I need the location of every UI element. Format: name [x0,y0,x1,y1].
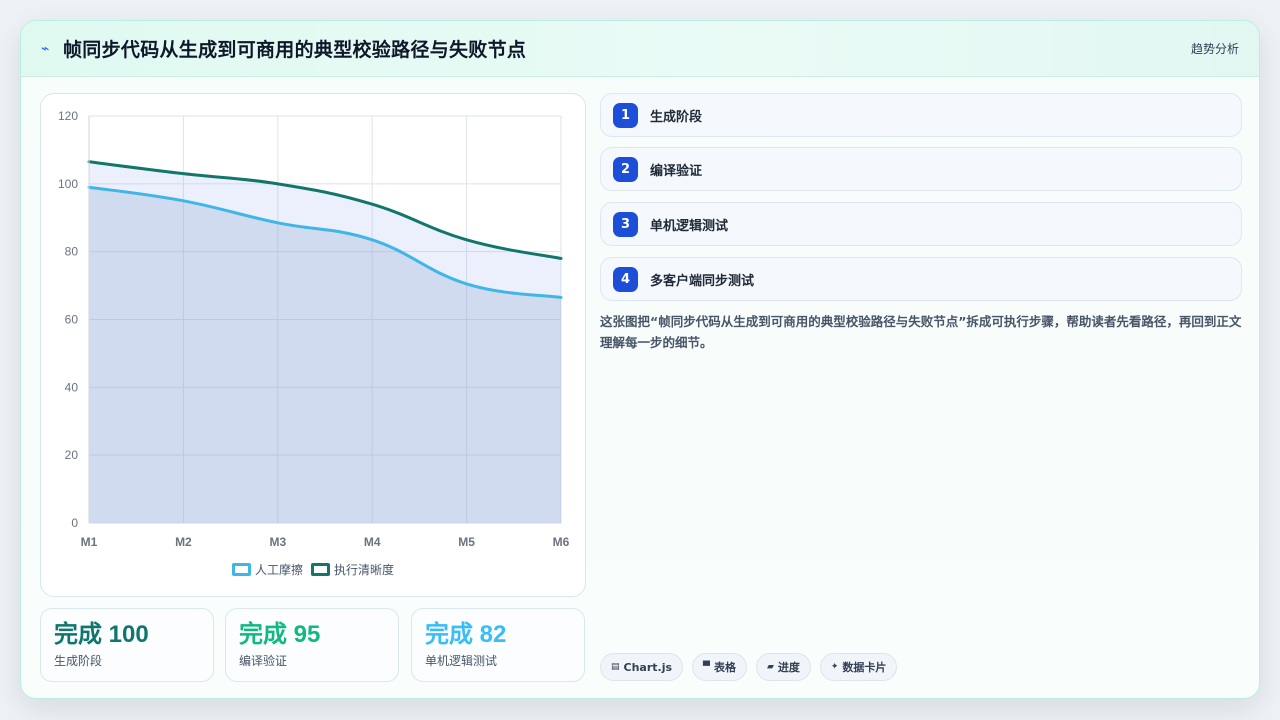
page-title: 帧同步代码从生成到可商用的典型校验路径与失败节点 [63,39,527,61]
stat-card-generation: 完成 100 生成阶段 [40,608,214,682]
legend-item-series-1[interactable]: 执行清晰度 [311,561,394,578]
step-number: 2 [613,156,638,182]
step-label: 编译验证 [650,163,703,179]
chart-panel: 0 20 40 60 80 100 120 M1 M2 M3 M4 M5 M6 人工摩擦 执行清晰度 [40,93,586,597]
tag-list: ▤ Chart.js ▀ 表格 ▰ 进度 ✦ 数据卡片 [600,653,898,681]
step-1[interactable]: 1 生成阶段 [600,93,1242,137]
x-tick-label: M6 [553,535,570,549]
y-tick-label: 0 [71,516,78,530]
y-tick-label: 60 [65,313,79,327]
area-fill-series-0 [89,187,561,523]
y-tick-label: 100 [58,177,78,191]
y-tick-label: 120 [58,109,78,123]
step-3[interactable]: 3 单机逻辑测试 [600,202,1242,246]
tag-label: 进度 [777,661,800,674]
sparkle-icon: ✦ [830,662,839,672]
chart-icon: ▤ [611,662,620,672]
chart-legend: 人工摩擦 执行清晰度 [41,561,585,578]
y-tick-label: 80 [65,245,79,259]
x-tick-label: M1 [81,535,98,549]
tag-label: 数据卡片 [842,661,887,674]
y-tick-label: 40 [65,380,79,394]
chart-svg: 0 20 40 60 80 100 120 M1 M2 M3 M4 M5 M6 [58,109,570,549]
tag-progress[interactable]: ▰ 进度 [755,653,811,681]
stat-value: 完成 100 [54,621,149,648]
step-2[interactable]: 2 编译验证 [600,147,1242,191]
x-tick-label: M3 [269,535,286,549]
header: ⌁ 帧同步代码从生成到可商用的典型校验路径与失败节点 趋势分析 [21,21,1259,77]
lightning-icon: ⌁ [41,40,50,57]
legend-label: 执行清晰度 [334,563,395,577]
step-4[interactable]: 4 多客户端同步测试 [600,257,1242,301]
tag-data-card[interactable]: ✦ 数据卡片 [819,653,898,681]
step-label: 多客户端同步测试 [650,273,755,289]
tag-label: Chart.js [623,660,673,674]
stat-label: 生成阶段 [54,654,103,668]
x-tick-label: M5 [458,535,475,549]
stat-value: 完成 95 [239,621,321,648]
x-tick-label: M2 [175,535,192,549]
stat-card-compile: 完成 95 编译验证 [225,608,399,682]
legend-item-series-0[interactable]: 人工摩擦 [231,561,303,578]
stat-value: 完成 82 [425,621,507,648]
stat-label: 单机逻辑测试 [425,654,498,668]
tag-chartjs[interactable]: ▤ Chart.js [600,653,684,681]
table-icon: ▀ [703,662,710,672]
tag-label: 表格 [713,661,736,674]
trend-analysis-label: 趋势分析 [1190,42,1239,56]
step-number: 4 [613,266,638,292]
main-card: ⌁ 帧同步代码从生成到可商用的典型校验路径与失败节点 趋势分析 0 20 40 60 8… [20,20,1260,699]
x-tick-label: M4 [364,535,381,549]
stat-label: 编译验证 [239,654,288,668]
legend-swatch [311,563,330,576]
tag-table[interactable]: ▀ 表格 [692,653,747,681]
legend-swatch [231,563,251,576]
stat-card-unit-test: 完成 82 单机逻辑测试 [411,608,585,682]
step-number: 1 [613,102,638,128]
step-label: 单机逻辑测试 [650,218,729,234]
legend-label: 人工摩擦 [254,563,303,577]
step-label: 生成阶段 [650,109,703,125]
y-tick-label: 20 [65,448,79,462]
progress-icon: ▰ [766,662,774,672]
step-number: 3 [613,211,638,237]
description-text: 这张图把“帧同步代码从生成到可商用的典型校验路径与失败节点”拆成可执行步骤，帮助… [600,314,1242,350]
